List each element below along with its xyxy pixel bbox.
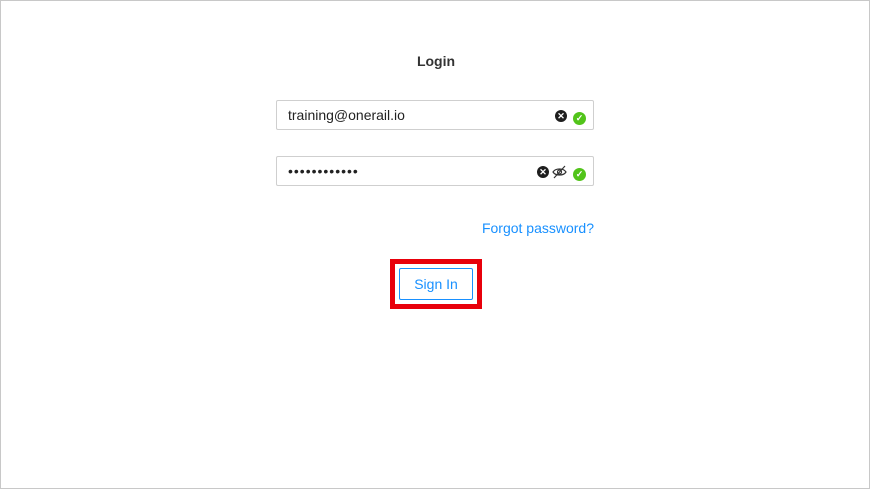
email-input[interactable] <box>288 101 538 129</box>
clear-icon[interactable]: ✕ <box>537 166 549 178</box>
page-title: Login <box>416 53 456 69</box>
password-field[interactable]: ✕ ✓ <box>276 156 594 186</box>
check-circle-icon: ✓ <box>573 112 586 125</box>
eye-invisible-icon[interactable] <box>552 165 567 179</box>
login-page: Login ✕ ✓ ✕ ✓ Forgot password? Sign In <box>0 0 870 489</box>
sign-in-button[interactable]: Sign In <box>399 268 473 300</box>
forgot-password-link[interactable]: Forgot password? <box>482 220 594 236</box>
email-field[interactable]: ✕ ✓ <box>276 100 594 130</box>
password-input[interactable] <box>288 157 538 185</box>
clear-icon[interactable]: ✕ <box>555 110 567 122</box>
check-circle-icon: ✓ <box>573 168 586 181</box>
